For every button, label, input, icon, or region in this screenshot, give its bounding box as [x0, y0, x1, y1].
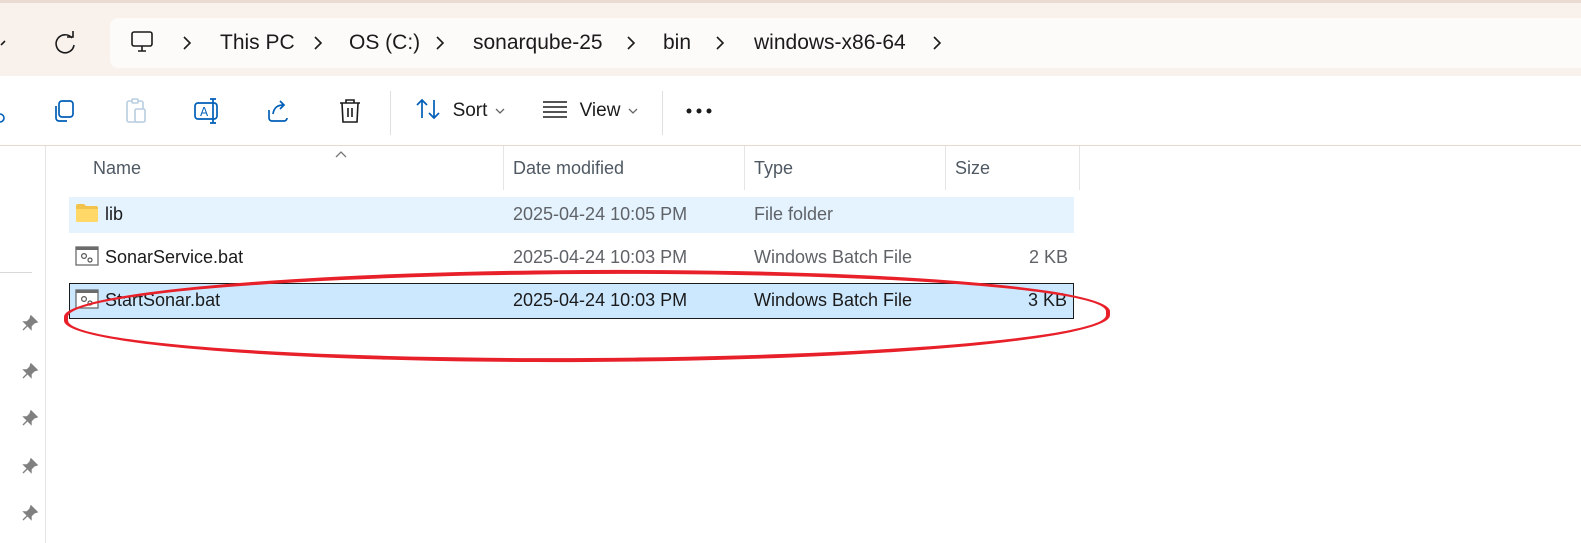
column-divider[interactable]	[945, 146, 946, 190]
sort-label: Sort	[452, 100, 488, 121]
copy-icon[interactable]	[46, 76, 82, 146]
breadcrumb-sonarqube-25[interactable]: sonarqube-25	[473, 31, 603, 55]
view-icon	[542, 99, 568, 124]
chevron-right-icon[interactable]	[311, 34, 325, 52]
svg-text:A: A	[200, 105, 209, 119]
column-divider[interactable]	[1079, 146, 1080, 190]
pin-icon[interactable]	[21, 409, 39, 432]
breadcrumb-bin[interactable]: bin	[663, 31, 691, 55]
chevron-right-icon[interactable]	[433, 34, 447, 52]
column-header-size[interactable]: Size	[955, 158, 990, 179]
file-size: 2 KB	[1028, 247, 1068, 267]
share-icon[interactable]	[260, 76, 296, 146]
folder-icon	[75, 203, 99, 228]
column-divider[interactable]	[744, 146, 745, 190]
chevron-down-icon	[628, 102, 638, 120]
pin-icon[interactable]	[21, 362, 39, 385]
chevron-right-icon[interactable]	[930, 34, 944, 52]
view-label: View	[579, 100, 621, 121]
view-button[interactable]: View	[542, 76, 638, 146]
chevron-down-icon	[495, 102, 505, 120]
sort-ascending-indicator-icon	[334, 146, 348, 164]
cut-icon[interactable]	[0, 76, 10, 146]
pin-icon[interactable]	[21, 504, 39, 527]
more-options-icon[interactable]	[682, 76, 716, 146]
address-bar[interactable]: This PC OS (C:) sonarqube-25 bin windows…	[110, 18, 1581, 68]
chevron-right-icon[interactable]	[713, 34, 727, 52]
column-header-date-modified[interactable]: Date modified	[513, 158, 624, 179]
toolbar-separator	[662, 91, 663, 135]
file-name: SonarService.bat	[105, 247, 244, 267]
paste-icon	[118, 76, 154, 146]
toolbar-separator	[390, 91, 391, 135]
pin-icon[interactable]	[21, 457, 39, 480]
sort-button[interactable]: Sort	[412, 76, 508, 146]
chevron-right-icon[interactable]	[180, 34, 194, 52]
title-address-region: This PC OS (C:) sonarqube-25 bin windows…	[0, 0, 1581, 76]
file-type: File folder	[754, 204, 834, 224]
pin-icon[interactable]	[21, 314, 39, 337]
file-type: Windows Batch File	[754, 247, 913, 267]
breadcrumb-os-c[interactable]: OS (C:)	[349, 31, 420, 55]
breadcrumb-windows-x86-64[interactable]: windows-x86-64	[754, 31, 906, 55]
file-date-modified: 2025-04-24 10:03 PM	[513, 247, 688, 267]
file-date-modified: 2025-04-24 10:05 PM	[513, 204, 688, 224]
sort-icon	[415, 97, 441, 126]
this-pc-monitor-icon[interactable]	[130, 30, 154, 59]
up-arrow-icon[interactable]	[0, 25, 10, 60]
column-header-name[interactable]: Name	[93, 158, 141, 179]
delete-icon[interactable]	[332, 76, 368, 146]
rename-icon[interactable]: A	[189, 76, 225, 146]
batch-file-icon	[75, 246, 99, 271]
refresh-icon[interactable]	[50, 29, 80, 59]
breadcrumb-this-pc[interactable]: This PC	[220, 31, 295, 55]
navigation-pane	[0, 146, 46, 543]
chevron-right-icon[interactable]	[624, 34, 638, 52]
file-name: lib	[105, 204, 124, 224]
file-row-lib[interactable]: lib 2025-04-24 10:05 PM File folder	[69, 197, 1074, 233]
column-header-type[interactable]: Type	[754, 158, 793, 179]
annotation-highlight-ellipse	[63, 267, 1111, 365]
nav-divider	[0, 272, 32, 273]
column-divider[interactable]	[503, 146, 504, 190]
command-bar: A Sort View	[0, 76, 1581, 146]
